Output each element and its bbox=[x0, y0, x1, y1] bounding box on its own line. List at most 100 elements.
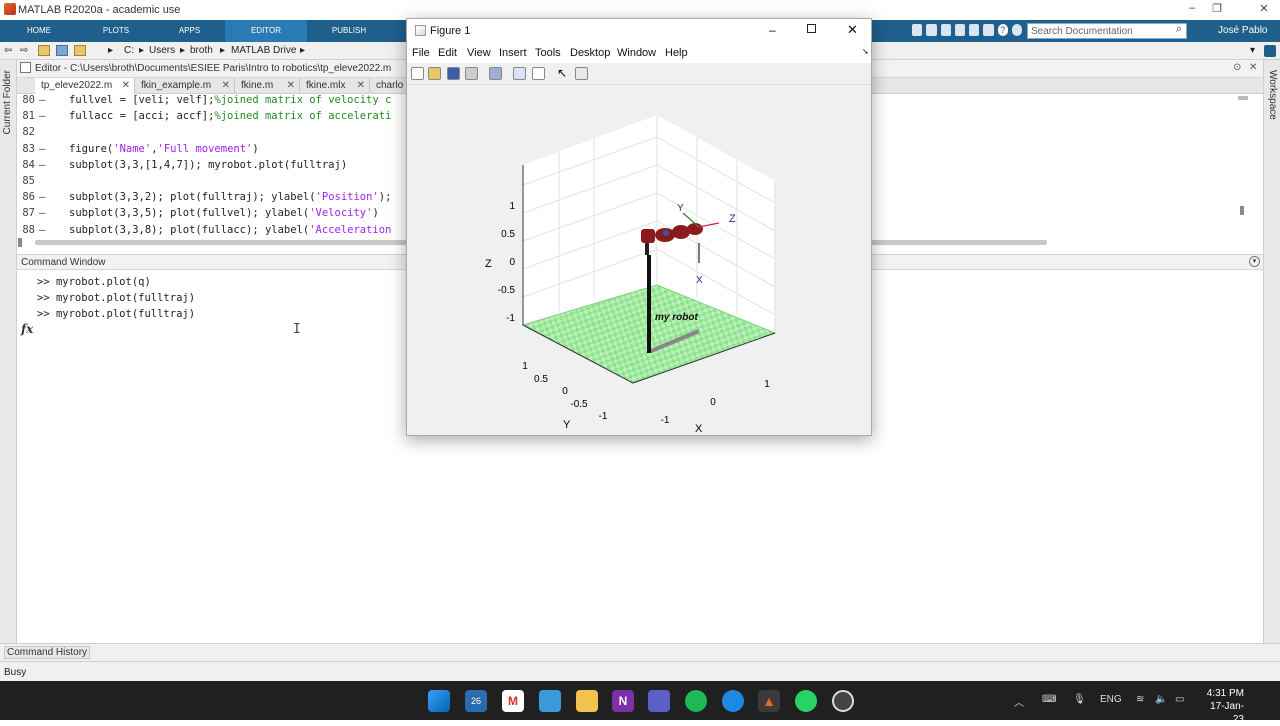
tab-plots[interactable]: PLOTS bbox=[78, 20, 154, 42]
restore-button[interactable]: ❐ bbox=[1205, 2, 1229, 15]
menu-view[interactable]: View bbox=[467, 47, 491, 59]
copy-icon[interactable] bbox=[940, 24, 951, 36]
tab-editor[interactable]: EDITOR bbox=[225, 20, 307, 42]
edge-icon[interactable] bbox=[722, 690, 744, 712]
breakpoint-dash[interactable]: – bbox=[39, 159, 45, 171]
close-tab-icon[interactable]: ✕ bbox=[357, 78, 365, 94]
breakpoint-dash[interactable]: – bbox=[39, 94, 45, 106]
editor-close-icon[interactable]: ✕ bbox=[1249, 62, 1257, 73]
expand-icon[interactable] bbox=[1264, 45, 1276, 57]
figure-close-button[interactable]: ✕ bbox=[847, 22, 858, 38]
breakpoint-dash[interactable]: – bbox=[39, 191, 45, 203]
teams-icon[interactable] bbox=[648, 690, 670, 712]
close-tab-icon[interactable]: ✕ bbox=[287, 78, 295, 94]
menu-desktop[interactable]: Desktop bbox=[570, 47, 610, 59]
pointer-icon[interactable]: ↖ bbox=[557, 67, 570, 80]
editor-vscroll-thumb[interactable] bbox=[1240, 206, 1244, 215]
minimize-button[interactable]: – bbox=[1180, 2, 1204, 14]
tab-fkine-m[interactable]: fkine.m ✕ bbox=[235, 78, 300, 94]
command-history-tab[interactable]: Command History bbox=[4, 646, 91, 659]
menu-window[interactable]: Window bbox=[617, 47, 656, 59]
link-plot-icon[interactable] bbox=[489, 67, 502, 80]
close-tab-icon[interactable]: ✕ bbox=[222, 78, 230, 94]
folder-up-icon[interactable] bbox=[38, 45, 50, 56]
property-editor-icon[interactable] bbox=[575, 67, 588, 80]
open-file-icon[interactable] bbox=[428, 67, 441, 80]
workspace-panel-collapsed[interactable]: Workspace bbox=[1263, 60, 1280, 660]
start-icon[interactable] bbox=[428, 690, 450, 712]
language-indicator[interactable]: ENG bbox=[1100, 694, 1122, 705]
folder-icon[interactable] bbox=[74, 45, 86, 56]
clock[interactable]: 4:31 PM 17-Jan-23 bbox=[1200, 687, 1244, 726]
redo-icon[interactable] bbox=[983, 24, 994, 36]
onenote-icon[interactable]: N bbox=[612, 690, 634, 712]
editor-options-icon[interactable]: ⊙ bbox=[1233, 62, 1241, 73]
close-tab-icon[interactable]: ✕ bbox=[122, 78, 130, 94]
obs-icon[interactable] bbox=[832, 690, 854, 712]
breakpoint-dash[interactable]: – bbox=[39, 224, 45, 236]
browse-icon[interactable] bbox=[56, 45, 68, 56]
command-window-options-icon[interactable]: ▾ bbox=[1249, 256, 1260, 267]
menu-tools[interactable]: Tools bbox=[535, 47, 561, 59]
breadcrumb-drive[interactable]: C: bbox=[124, 45, 134, 56]
code-text: fullacc = [acci; accf];%joined matrix of… bbox=[69, 110, 392, 123]
tab-tp-eleve2022[interactable]: tp_eleve2022.m ✕ bbox=[35, 78, 135, 94]
tab-apps[interactable]: APPS bbox=[154, 20, 225, 42]
file-explorer-icon[interactable] bbox=[576, 690, 598, 712]
tab-fkine-mlx[interactable]: fkine.mlx ✕ bbox=[300, 78, 370, 94]
paste-icon[interactable] bbox=[954, 24, 965, 36]
breadcrumb-matlab-drive[interactable]: MATLAB Drive bbox=[231, 45, 296, 56]
breadcrumb-users[interactable]: Users bbox=[149, 45, 175, 56]
matlab-taskbar-icon[interactable]: ▲ bbox=[758, 690, 780, 712]
print-icon[interactable] bbox=[465, 67, 478, 80]
settings-icon[interactable] bbox=[1011, 24, 1022, 36]
z-tick-label: 1 bbox=[509, 201, 515, 212]
battery-icon[interactable]: ▭ bbox=[1175, 694, 1184, 705]
tab-publish[interactable]: PUBLISH bbox=[307, 20, 391, 42]
volume-icon[interactable]: 🔈 bbox=[1155, 694, 1167, 705]
frame-y-label: Y bbox=[677, 203, 684, 214]
current-folder-panel-collapsed[interactable]: Current Folder bbox=[0, 60, 17, 660]
microphone-icon[interactable]: 🎙 bbox=[1073, 694, 1086, 705]
save-figure-icon[interactable] bbox=[447, 67, 460, 80]
tab-fkin-example[interactable]: fkin_example.m ✕ bbox=[135, 78, 235, 94]
function-browser-icon[interactable]: fx bbox=[21, 322, 33, 336]
breakpoint-dash[interactable]: – bbox=[39, 207, 45, 219]
gmail-icon[interactable]: M bbox=[502, 690, 524, 712]
undo-icon[interactable] bbox=[969, 24, 980, 36]
cut-icon[interactable] bbox=[926, 24, 937, 36]
robot-3d-plot[interactable]: 1 0.5 0 -0.5 -1 Z 1 0.5 0 -0.5 -1 Y 1 0 … bbox=[407, 85, 871, 435]
mail-icon[interactable] bbox=[539, 690, 561, 712]
wifi-icon[interactable]: ≋ bbox=[1136, 694, 1144, 705]
calendar-icon[interactable]: 26 bbox=[465, 690, 487, 712]
keyboard-icon[interactable]: ⌨ bbox=[1042, 694, 1056, 705]
figure-minimize-button[interactable]: – bbox=[769, 23, 776, 37]
plot-area[interactable]: 1 0.5 0 -0.5 -1 Z 1 0.5 0 -0.5 -1 Y 1 0 … bbox=[407, 85, 871, 435]
search-icon[interactable]: ⌕ bbox=[1176, 23, 1182, 36]
menu-dock-icon[interactable]: ➘ bbox=[862, 47, 869, 56]
figure-maximize-button[interactable] bbox=[807, 24, 816, 33]
search-input[interactable]: Search Documentation bbox=[1027, 23, 1187, 39]
figure-window[interactable]: Figure 1 – ✕ File Edit View Insert Tools… bbox=[406, 18, 872, 436]
legend-icon[interactable] bbox=[532, 67, 545, 80]
menu-edit[interactable]: Edit bbox=[438, 47, 457, 59]
save-icon[interactable] bbox=[912, 24, 923, 36]
tray-chevron-icon[interactable]: ︿ bbox=[1014, 694, 1024, 709]
spotify-icon[interactable] bbox=[685, 690, 707, 712]
menu-help[interactable]: Help bbox=[665, 47, 688, 59]
close-button[interactable]: ✕ bbox=[1252, 2, 1276, 15]
user-menu[interactable]: José Pablo bbox=[1218, 25, 1267, 36]
forward-icon[interactable]: ⇨ bbox=[20, 45, 28, 56]
breakpoint-dash[interactable]: – bbox=[39, 110, 45, 122]
breadcrumb-broth[interactable]: broth bbox=[190, 45, 213, 56]
whatsapp-icon[interactable] bbox=[795, 690, 817, 712]
new-figure-icon[interactable] bbox=[411, 67, 424, 80]
menu-insert[interactable]: Insert bbox=[499, 47, 527, 59]
colorbar-icon[interactable] bbox=[513, 67, 526, 80]
tab-home[interactable]: HOME bbox=[0, 20, 78, 42]
help-icon[interactable]: ? bbox=[997, 24, 1008, 36]
breakpoint-dash[interactable]: – bbox=[39, 143, 45, 155]
back-icon[interactable]: ⇦ bbox=[4, 45, 12, 56]
menu-file[interactable]: File bbox=[412, 47, 430, 59]
address-dropdown-icon[interactable]: ▾ bbox=[1250, 45, 1255, 56]
